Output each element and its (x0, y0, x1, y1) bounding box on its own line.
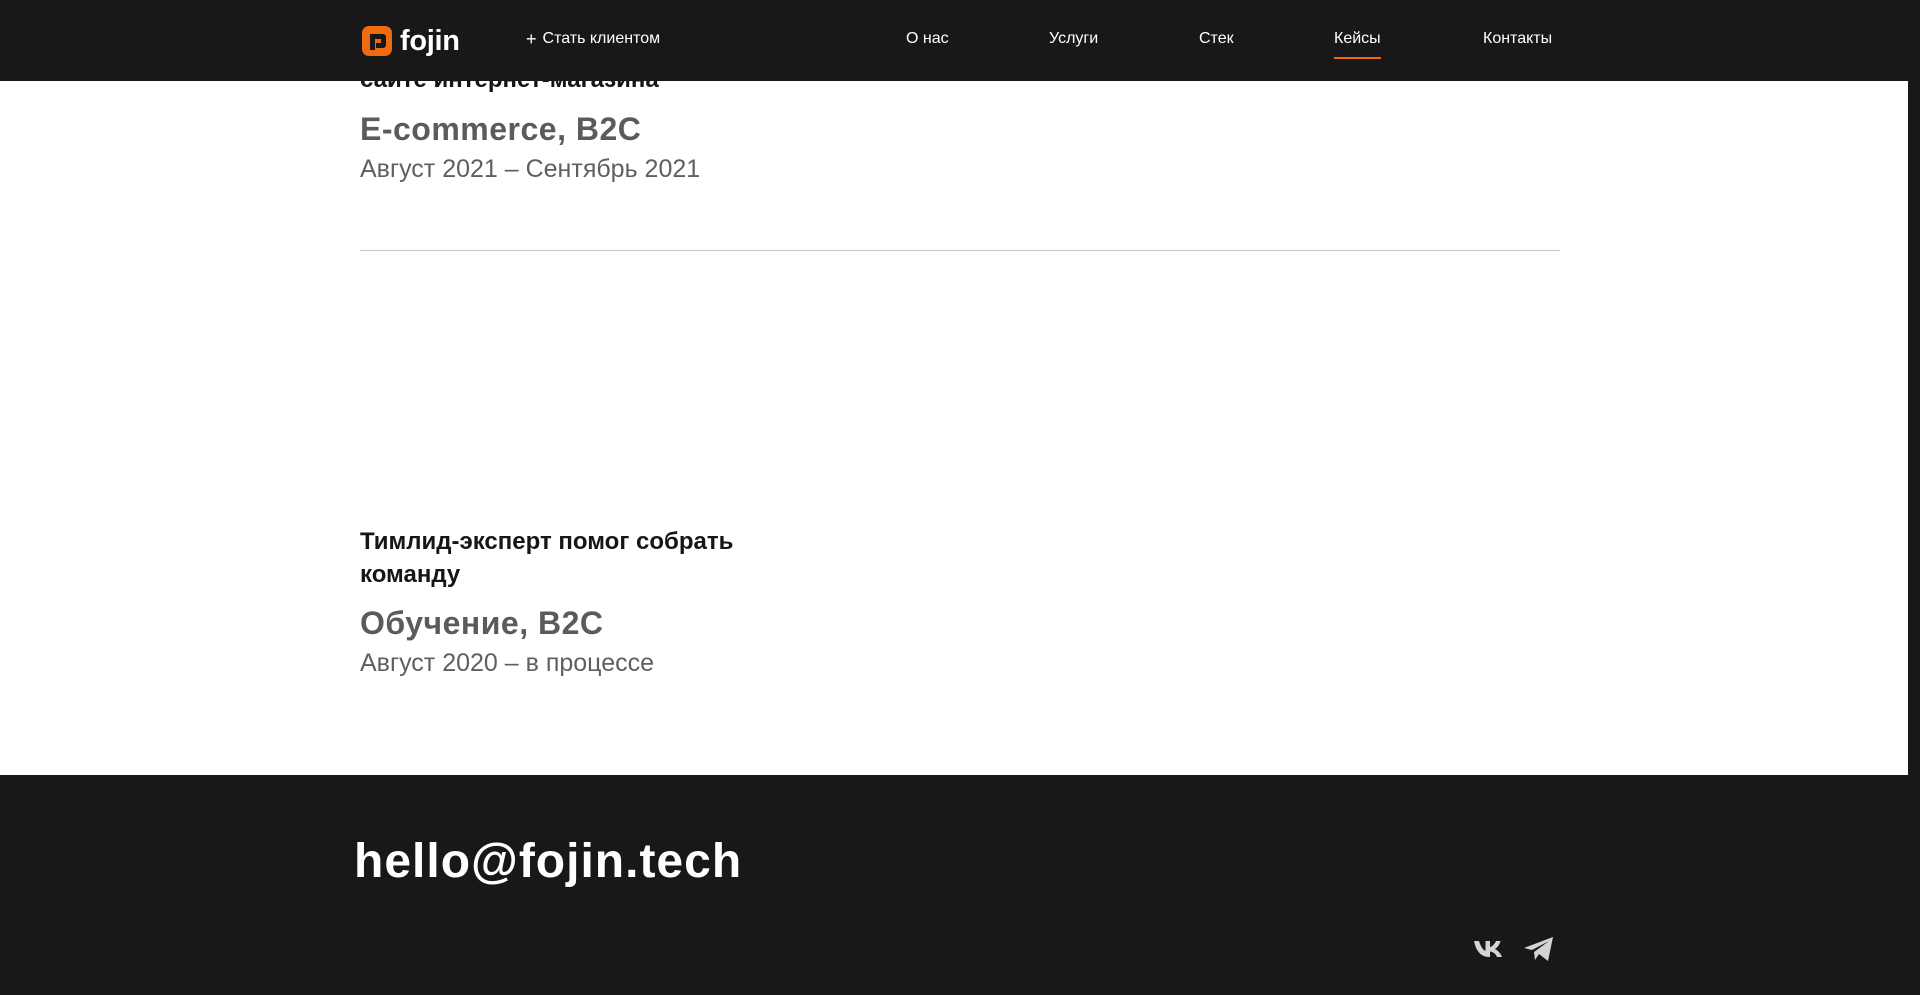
logo[interactable]: fojin (362, 24, 460, 58)
nav-stack[interactable]: Стек (1199, 30, 1234, 48)
case-title[interactable]: Тимлид-эксперт помог собрать команду (360, 525, 780, 591)
cases-list: сайте интернет-магазина E-commerce, B2C … (0, 0, 1908, 775)
nav-contacts[interactable]: Контакты (1483, 30, 1552, 48)
plus-icon: + (526, 29, 537, 49)
case-divider (360, 250, 1560, 251)
nav-about[interactable]: О нас (906, 30, 949, 48)
case-category: Обучение, B2C (360, 605, 604, 641)
become-client-button[interactable]: + Стать клиентом (526, 30, 660, 48)
telegram-icon[interactable] (1522, 932, 1556, 966)
vk-icon[interactable] (1472, 932, 1506, 966)
site-header: fojin + Стать клиентом О нас Услуги Стек… (0, 0, 1920, 81)
case-dates: Август 2020 – в процессе (360, 649, 655, 677)
nav-cases[interactable]: Кейсы (1334, 30, 1381, 59)
logo-icon (362, 26, 392, 56)
logo-text: fojin (400, 24, 460, 57)
contact-email-link[interactable]: hello@fojin.tech (354, 834, 742, 889)
case-dates: Август 2021 – Сентябрь 2021 (360, 155, 701, 183)
case-category: E-commerce, B2C (360, 111, 642, 147)
become-client-label: Стать клиентом (542, 30, 661, 47)
nav-services[interactable]: Услуги (1049, 30, 1098, 48)
